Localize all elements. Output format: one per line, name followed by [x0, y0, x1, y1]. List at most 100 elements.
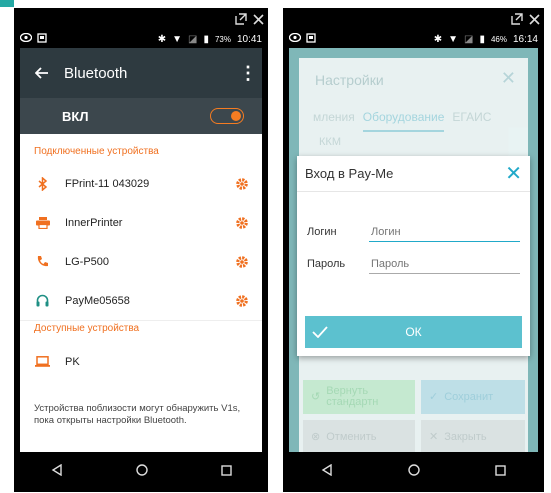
- phone-left: ✱ ▼ ◪ ▮ 73% 10:41 Bluetooth ⋮ ВКЛ Подклю…: [14, 8, 268, 492]
- close-icon[interactable]: [253, 13, 264, 25]
- gear-icon[interactable]: [222, 255, 262, 269]
- app-bar: Bluetooth ⋮: [20, 48, 262, 98]
- device-item[interactable]: PK: [20, 342, 262, 381]
- signal-icon: ◪: [463, 33, 474, 45]
- status-bar: ✱ ▼ ◪ ▮ 46% 16:14: [288, 30, 538, 48]
- screenshot-icon: [306, 32, 316, 46]
- kkm-label: ККМ: [319, 136, 341, 148]
- eye-icon: [19, 32, 33, 45]
- login-input[interactable]: [369, 226, 520, 242]
- settings-title: Настройки: [315, 72, 384, 88]
- recents-nav-icon[interactable]: [495, 463, 507, 481]
- password-row: Пароль: [307, 252, 520, 274]
- battery-icon: ▮: [479, 33, 485, 45]
- tab-egais: ЕГАИС: [452, 110, 492, 124]
- corner-decoration: [0, 0, 14, 7]
- home-nav-icon[interactable]: [135, 463, 148, 481]
- login-row: Логин: [307, 220, 520, 242]
- overflow-menu-icon[interactable]: ⋮: [234, 63, 262, 84]
- home-nav-icon[interactable]: [408, 463, 420, 481]
- gear-icon[interactable]: [222, 177, 262, 191]
- printer-icon: [20, 216, 65, 229]
- maximize-icon[interactable]: [235, 13, 247, 25]
- password-label: Пароль: [307, 258, 346, 270]
- settings-close-icon: ✕: [500, 68, 516, 88]
- close-icon[interactable]: [529, 13, 540, 25]
- gear-icon[interactable]: [222, 216, 262, 230]
- gear-icon[interactable]: [222, 294, 262, 308]
- clock: 10:41: [236, 33, 262, 45]
- laptop-icon: [20, 356, 65, 367]
- reset-label: Вернуть стандартн: [326, 385, 379, 408]
- wifi-icon: ▼: [448, 33, 458, 45]
- signal-icon: ◪: [187, 33, 198, 45]
- nav-bar: [14, 452, 268, 492]
- cancel-button: ⊗ Отменить: [303, 420, 415, 452]
- window-controls: [511, 8, 540, 30]
- payme-screen: Настройки ✕ мления Оборудование ЕГАИС КК…: [289, 48, 538, 452]
- battery-percent: 46%: [490, 34, 507, 44]
- back-nav-icon[interactable]: [321, 463, 333, 481]
- tab-notifications: мления: [313, 110, 355, 124]
- cancel-icon: ⊗: [311, 430, 321, 443]
- login-label: Логин: [307, 226, 337, 238]
- toggle-label: ВКЛ: [62, 108, 89, 124]
- device-name: LG-P500: [65, 255, 110, 268]
- check-icon: ✓: [429, 390, 439, 403]
- device-list: Подключенные устройства FPrint-11 043029…: [20, 134, 262, 452]
- save-button: ✓ Сохранит: [421, 380, 525, 414]
- device-name: FPrint-11 043029: [65, 177, 150, 190]
- phone-icon: [20, 255, 65, 268]
- phone-right: ✱ ▼ ◪ ▮ 46% 16:14 Настройки ✕ мления Обо…: [283, 8, 544, 492]
- close-button: ✕ Закрыть: [421, 420, 525, 452]
- device-item[interactable]: FPrint-11 043029: [20, 164, 262, 203]
- payme-login-dialog: Вход в Pay-Me ✕ Логин Пароль ОК: [297, 156, 530, 356]
- reset-icon: ↺: [311, 390, 321, 403]
- close-label: Закрыть: [444, 430, 487, 443]
- battery-icon: ▮: [203, 33, 209, 45]
- tab-equipment: Оборудование: [362, 110, 445, 132]
- page-title: Bluetooth: [64, 64, 128, 82]
- headset-icon: [20, 294, 65, 307]
- device-name: PK: [65, 355, 80, 368]
- password-input[interactable]: [369, 258, 520, 274]
- settings-tabs: мления Оборудование ЕГАИС: [313, 110, 491, 132]
- device-item[interactable]: LG-P500: [20, 242, 262, 281]
- device-item[interactable]: PayMe05658: [20, 281, 262, 320]
- bluetooth-icon: [20, 176, 65, 191]
- dialog-title-bar: Вход в Pay-Me ✕: [297, 156, 530, 192]
- back-arrow-icon[interactable]: [20, 67, 64, 79]
- bluetooth-status-icon: ✱: [157, 33, 167, 45]
- clock: 16:14: [512, 33, 538, 45]
- battery-percent: 73%: [214, 34, 231, 44]
- device-name: InnerPrinter: [65, 216, 123, 229]
- close-x-icon: ✕: [429, 430, 439, 443]
- bluetooth-toggle-row[interactable]: ВКЛ: [20, 98, 262, 134]
- device-item[interactable]: InnerPrinter: [20, 203, 262, 242]
- bluetooth-switch[interactable]: [210, 108, 244, 124]
- screenshot-icon: [37, 32, 47, 46]
- maximize-icon[interactable]: [511, 13, 523, 25]
- checkmark-icon: [305, 326, 335, 338]
- bluetooth-status-icon: ✱: [433, 33, 443, 45]
- window-controls: [235, 8, 264, 30]
- dialog-close-icon[interactable]: ✕: [505, 161, 522, 186]
- ok-label: ОК: [405, 325, 422, 339]
- device-name: PayMe05658: [65, 294, 130, 307]
- cancel-label: Отменить: [326, 430, 377, 443]
- save-label: Сохранит: [444, 390, 494, 403]
- back-nav-icon[interactable]: [51, 463, 63, 481]
- bluetooth-screen: Bluetooth ⋮ ВКЛ Подключенные устройства …: [20, 48, 262, 452]
- dialog-title: Вход в Pay-Me: [305, 166, 394, 181]
- available-section-header: Доступные устройства: [20, 320, 262, 342]
- visibility-note: Устройства поблизости могут обнаружить V…: [34, 403, 241, 426]
- reset-defaults-button: ↺ Вернуть стандартн: [303, 380, 415, 414]
- recents-nav-icon[interactable]: [220, 463, 232, 481]
- switch-knob: [231, 111, 241, 121]
- eye-icon: [288, 32, 302, 45]
- wifi-icon: ▼: [172, 33, 182, 45]
- status-bar: ✱ ▼ ◪ ▮ 73% 10:41: [19, 30, 262, 48]
- connected-section-header: Подключенные устройства: [34, 146, 159, 157]
- nav-bar: [283, 452, 544, 492]
- ok-button[interactable]: ОК: [305, 316, 522, 348]
